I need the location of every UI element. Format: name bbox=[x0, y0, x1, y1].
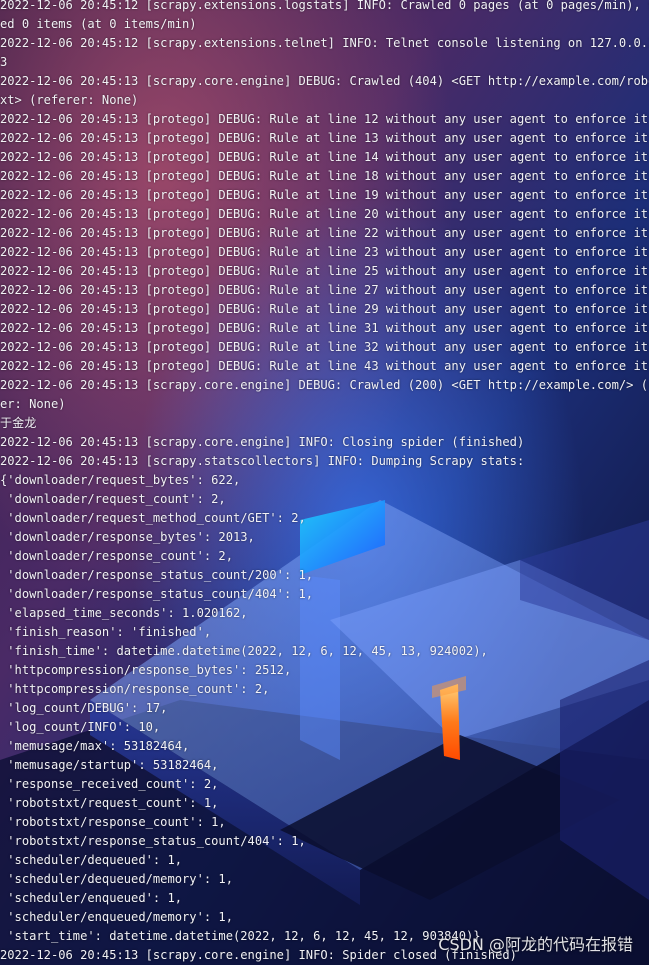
log-line: 2022-12-06 20:45:13 [protego] DEBUG: Rul… bbox=[0, 112, 649, 126]
log-line: 'scheduler/dequeued': 1, bbox=[0, 853, 183, 867]
log-line: 'log_count/DEBUG': 17, bbox=[0, 701, 168, 715]
log-line: 'robotstxt/response_count': 1, bbox=[0, 815, 226, 829]
log-line: 2022-12-06 20:45:13 [protego] DEBUG: Rul… bbox=[0, 169, 649, 183]
log-line: 'memusage/startup': 53182464, bbox=[0, 758, 219, 772]
log-line: 2022-12-06 20:45:12 [scrapy.extensions.t… bbox=[0, 36, 649, 50]
log-line: 'memusage/max': 53182464, bbox=[0, 739, 190, 753]
log-line: ed 0 items (at 0 items/min) bbox=[0, 17, 197, 31]
log-line: 'finish_reason': 'finished', bbox=[0, 625, 212, 639]
log-lines: 2022-12-06 20:45:12 [scrapy.extensions.l… bbox=[0, 0, 649, 965]
log-line: 2022-12-06 20:45:13 [protego] DEBUG: Rul… bbox=[0, 264, 649, 278]
log-line: 'downloader/request_method_count/GET': 2… bbox=[0, 511, 306, 525]
log-line: 'finish_time': datetime.datetime(2022, 1… bbox=[0, 644, 488, 658]
log-line: 'downloader/response_status_count/200': … bbox=[0, 568, 314, 582]
log-line: 2022-12-06 20:45:13 [protego] DEBUG: Rul… bbox=[0, 321, 649, 335]
log-line: 'downloader/request_count': 2, bbox=[0, 492, 226, 506]
log-line: 2022-12-06 20:45:13 [scrapy.core.engine]… bbox=[0, 435, 525, 449]
log-line: 2022-12-06 20:45:13 [protego] DEBUG: Rul… bbox=[0, 283, 649, 297]
log-line: 'downloader/response_status_count/404': … bbox=[0, 587, 314, 601]
terminal-window: 2022-12-06 20:45:12 [scrapy.extensions.l… bbox=[0, 0, 649, 965]
log-line: 'scheduler/enqueued/memory': 1, bbox=[0, 910, 233, 924]
log-line: 2022-12-06 20:45:13 [protego] DEBUG: Rul… bbox=[0, 302, 649, 316]
log-line: er: None) bbox=[0, 397, 66, 411]
log-line: 'log_count/INFO': 10, bbox=[0, 720, 161, 734]
log-line: 2022-12-06 20:45:13 [protego] DEBUG: Rul… bbox=[0, 131, 649, 145]
terminal-output: 2022-12-06 20:45:12 [scrapy.extensions.l… bbox=[0, 0, 649, 965]
log-line: 'downloader/response_bytes': 2013, bbox=[0, 530, 255, 544]
log-line: xt> (referer: None) bbox=[0, 93, 139, 107]
log-line: 'httpcompression/response_bytes': 2512, bbox=[0, 663, 292, 677]
log-line: 2022-12-06 20:45:13 [protego] DEBUG: Rul… bbox=[0, 226, 649, 240]
log-line: 2022-12-06 20:45:12 [scrapy.extensions.l… bbox=[0, 0, 649, 12]
log-line: 'elapsed_time_seconds': 1.020162, bbox=[0, 606, 248, 620]
log-line: 2022-12-06 20:45:13 [protego] DEBUG: Rul… bbox=[0, 188, 649, 202]
log-line: 'response_received_count': 2, bbox=[0, 777, 219, 791]
log-line: 2022-12-06 20:45:13 [protego] DEBUG: Rul… bbox=[0, 150, 649, 164]
log-line: 2022-12-06 20:45:13 [scrapy.core.engine]… bbox=[0, 74, 649, 88]
log-line: 2022-12-06 20:45:13 [scrapy.statscollect… bbox=[0, 454, 525, 468]
csdn-watermark: CSDN @阿龙的代码在报错 bbox=[438, 935, 633, 954]
log-line: 'httpcompression/response_count': 2, bbox=[0, 682, 270, 696]
log-line: 2022-12-06 20:45:13 [protego] DEBUG: Rul… bbox=[0, 245, 649, 259]
log-line: 于金龙 bbox=[0, 416, 37, 430]
log-line: 2022-12-06 20:45:13 [scrapy.core.engine]… bbox=[0, 378, 649, 392]
log-line: 'robotstxt/request_count': 1, bbox=[0, 796, 219, 810]
log-line: 'downloader/response_count': 2, bbox=[0, 549, 233, 563]
log-line: 'scheduler/enqueued': 1, bbox=[0, 891, 183, 905]
log-line: 2022-12-06 20:45:13 [protego] DEBUG: Rul… bbox=[0, 340, 649, 354]
log-line: 2022-12-06 20:45:13 [protego] DEBUG: Rul… bbox=[0, 207, 649, 221]
log-line: 3 bbox=[0, 55, 8, 69]
log-line: 2022-12-06 20:45:13 [protego] DEBUG: Rul… bbox=[0, 359, 649, 373]
log-line: 'robotstxt/response_status_count/404': 1… bbox=[0, 834, 306, 848]
log-line: {'downloader/request_bytes': 622, bbox=[0, 473, 241, 487]
log-line: 'scheduler/dequeued/memory': 1, bbox=[0, 872, 233, 886]
